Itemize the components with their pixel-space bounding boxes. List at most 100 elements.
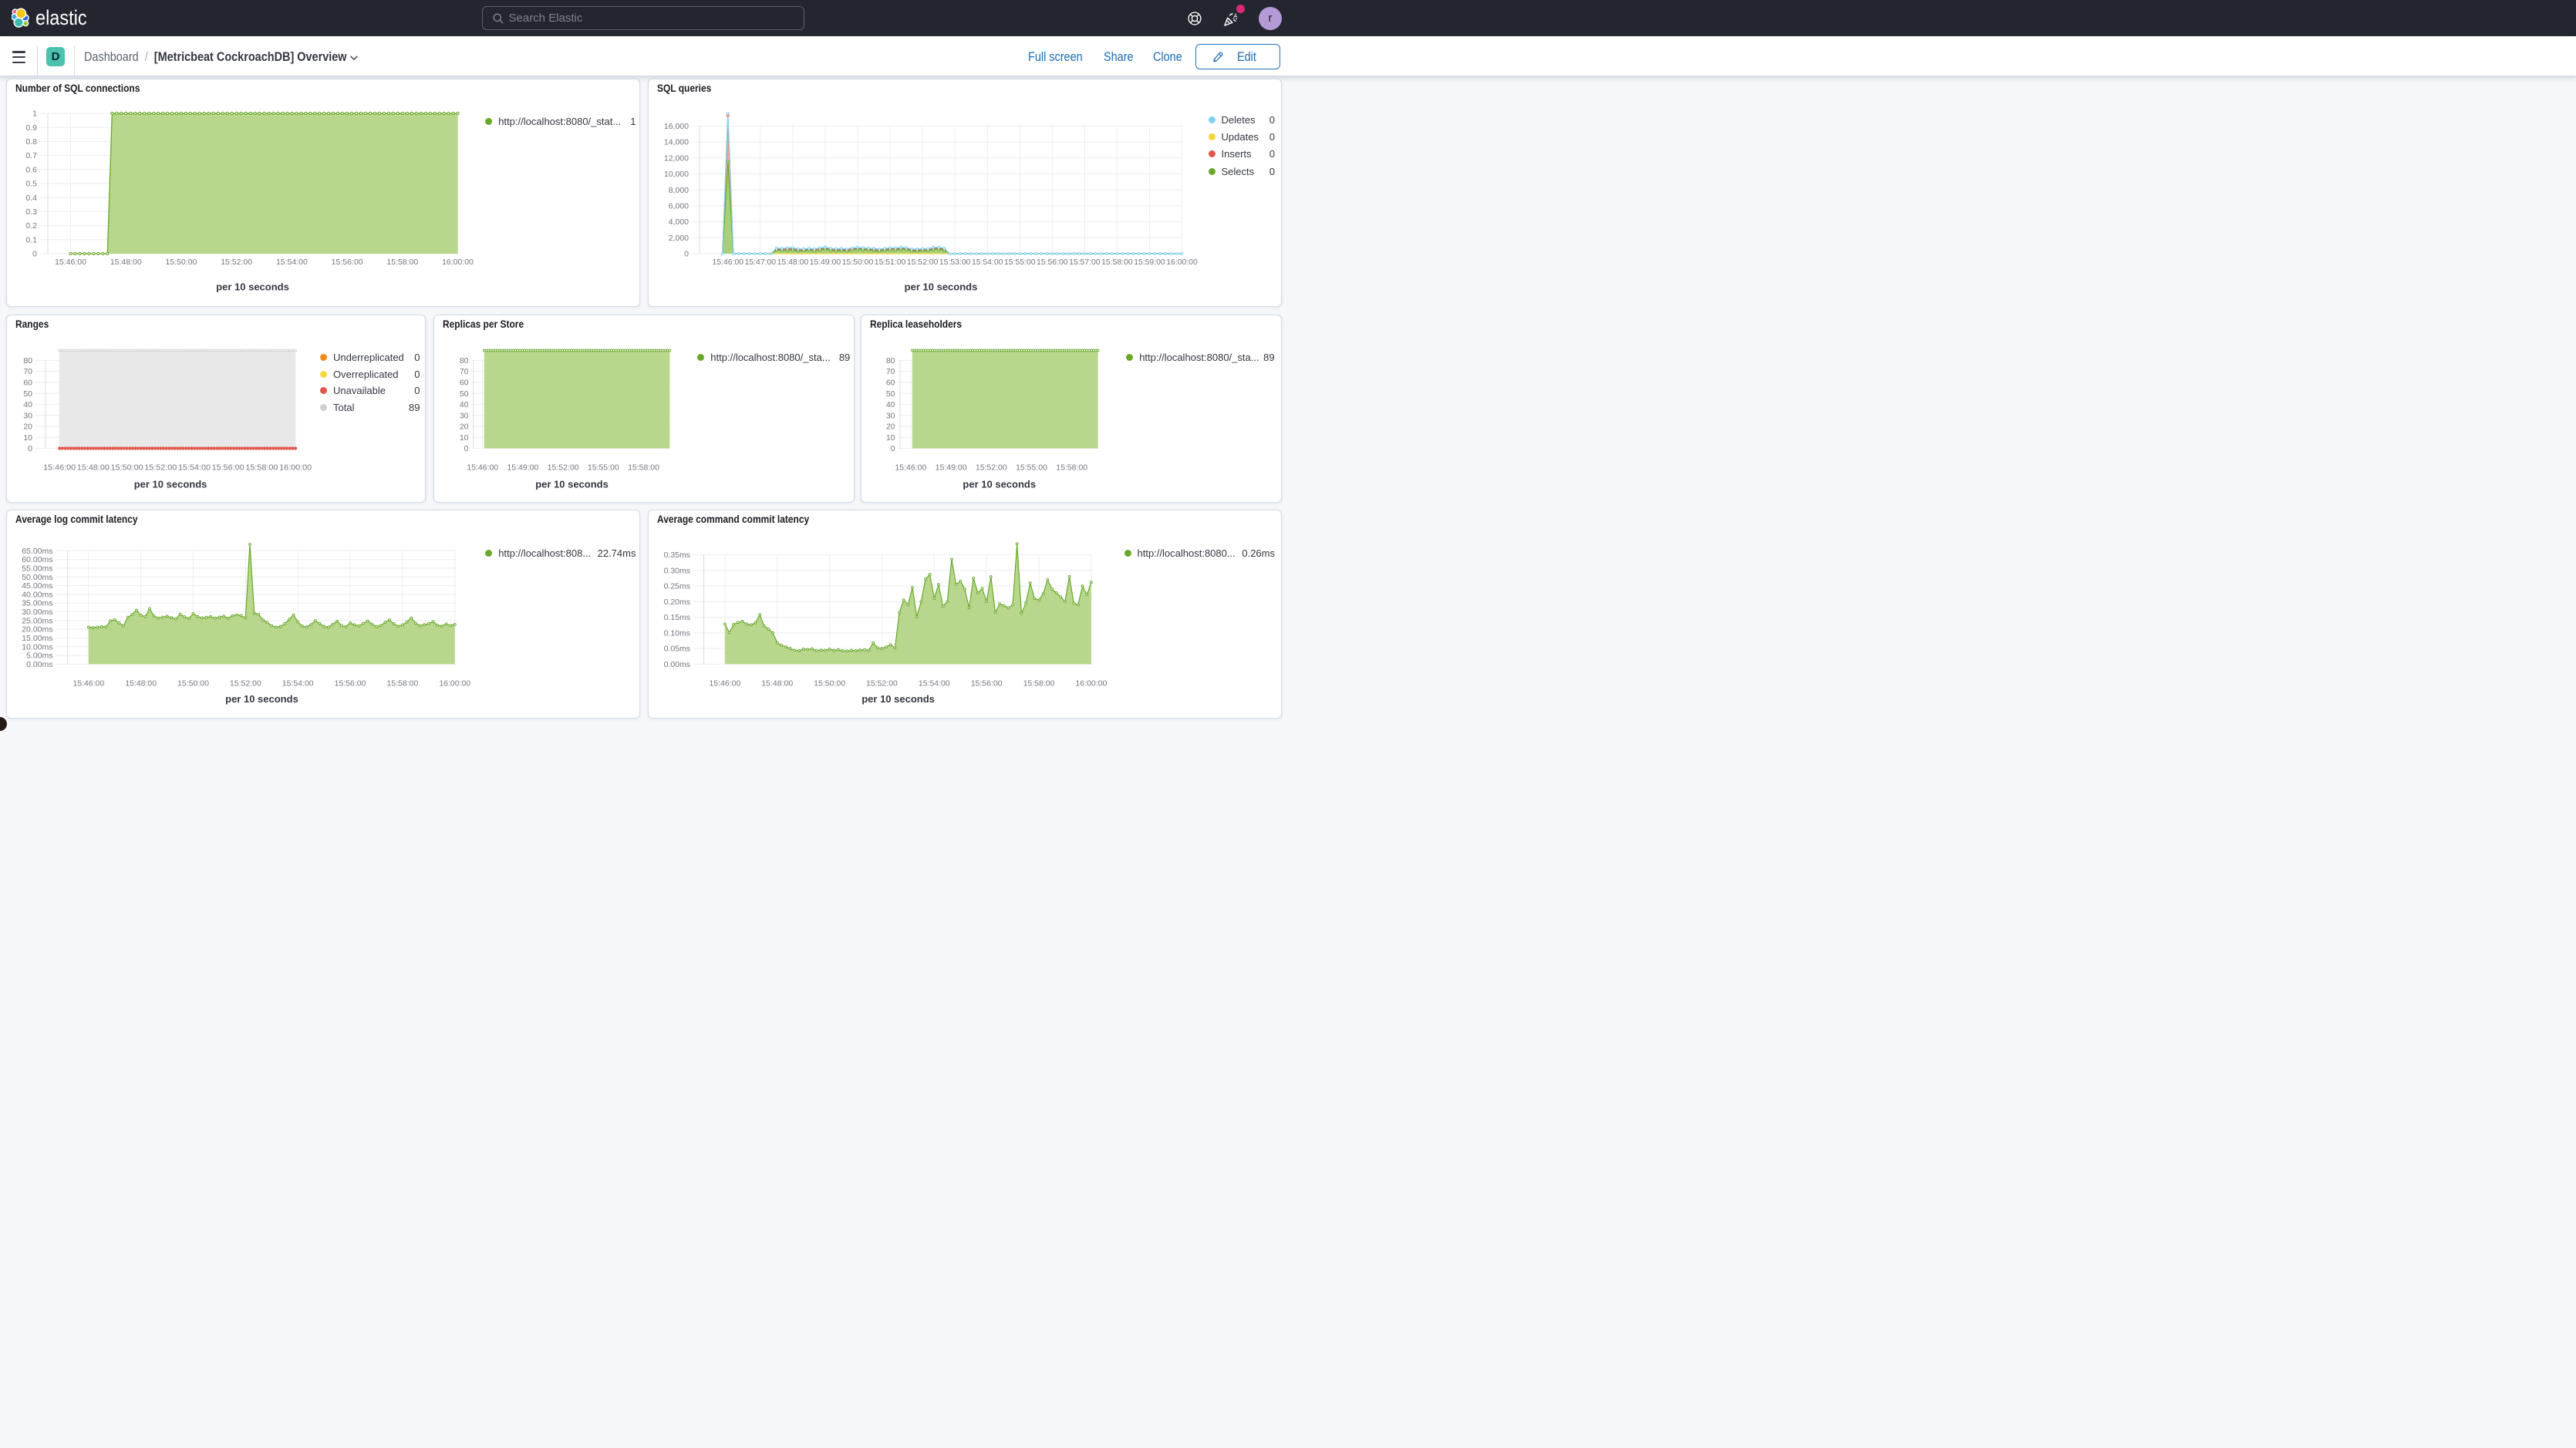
svg-text:60.00ms: 60.00ms	[22, 555, 52, 564]
svg-text:6,000: 6,000	[669, 202, 689, 211]
svg-text:50.00ms: 50.00ms	[22, 573, 52, 582]
svg-text:0: 0	[684, 250, 689, 259]
svg-text:0.10ms: 0.10ms	[664, 628, 690, 638]
svg-text:15:48:00: 15:48:00	[77, 463, 110, 472]
svg-text:60: 60	[23, 378, 32, 387]
svg-text:0.4: 0.4	[25, 194, 37, 203]
svg-text:15:48:00: 15:48:00	[125, 679, 157, 689]
svg-text:55.00ms: 55.00ms	[22, 564, 52, 573]
svg-text:15.00ms: 15.00ms	[22, 634, 52, 643]
svg-text:60: 60	[885, 378, 895, 387]
svg-text:15:48:00: 15:48:00	[110, 258, 142, 267]
svg-text:16:00:00: 16:00:00	[442, 258, 474, 267]
svg-text:70: 70	[23, 367, 32, 376]
svg-text:15:58:00: 15:58:00	[1101, 258, 1133, 267]
svg-text:16:00:00: 16:00:00	[279, 463, 312, 472]
svg-text:25.00ms: 25.00ms	[22, 616, 52, 625]
svg-text:15:47:00: 15:47:00	[745, 258, 777, 267]
svg-text:65.00ms: 65.00ms	[22, 547, 52, 556]
svg-text:50: 50	[459, 389, 468, 398]
svg-text:30: 30	[459, 411, 468, 420]
svg-text:15:50:00: 15:50:00	[177, 679, 209, 689]
svg-text:15:50:00: 15:50:00	[111, 463, 143, 472]
svg-text:40.00ms: 40.00ms	[22, 590, 52, 599]
svg-text:0: 0	[32, 250, 37, 259]
svg-text:10.00ms: 10.00ms	[22, 642, 52, 652]
svg-text:15:46:00: 15:46:00	[43, 463, 76, 472]
svg-text:15:56:00: 15:56:00	[212, 463, 244, 472]
svg-text:0.30ms: 0.30ms	[664, 566, 690, 575]
svg-text:15:56:00: 15:56:00	[335, 679, 366, 689]
svg-text:0.8: 0.8	[25, 137, 37, 146]
svg-text:15:48:00: 15:48:00	[761, 679, 793, 689]
svg-text:80: 80	[23, 355, 32, 365]
svg-text:12,000: 12,000	[664, 153, 689, 163]
svg-text:50: 50	[23, 389, 32, 398]
svg-text:15:52:00: 15:52:00	[230, 679, 261, 689]
svg-text:15:52:00: 15:52:00	[907, 258, 939, 267]
svg-text:0.7: 0.7	[25, 151, 37, 160]
svg-text:0.6: 0.6	[25, 165, 37, 174]
svg-text:80: 80	[459, 355, 468, 365]
svg-text:20.00ms: 20.00ms	[22, 625, 52, 635]
svg-text:15:53:00: 15:53:00	[939, 258, 971, 267]
svg-text:50: 50	[885, 389, 895, 398]
svg-text:per 10 seconds: per 10 seconds	[535, 478, 609, 490]
svg-text:15:50:00: 15:50:00	[166, 258, 197, 267]
svg-text:15:52:00: 15:52:00	[547, 463, 578, 472]
svg-text:15:49:00: 15:49:00	[935, 463, 966, 472]
svg-text:15:46:00: 15:46:00	[467, 463, 498, 472]
svg-text:15:49:00: 15:49:00	[810, 258, 841, 267]
svg-text:15:59:00: 15:59:00	[1134, 258, 1165, 267]
svg-text:10: 10	[885, 433, 895, 442]
svg-text:30: 30	[23, 411, 32, 420]
svg-text:15:52:00: 15:52:00	[866, 679, 898, 689]
svg-text:15:56:00: 15:56:00	[332, 258, 363, 267]
svg-text:per 10 seconds: per 10 seconds	[134, 478, 207, 490]
svg-text:15:52:00: 15:52:00	[975, 463, 1006, 472]
svg-text:30: 30	[885, 411, 895, 420]
svg-text:15:58:00: 15:58:00	[1023, 679, 1055, 689]
svg-text:40: 40	[885, 400, 895, 409]
svg-text:2,000: 2,000	[669, 234, 689, 243]
svg-text:15:57:00: 15:57:00	[1069, 258, 1101, 267]
svg-text:15:46:00: 15:46:00	[72, 679, 104, 689]
svg-text:1: 1	[32, 109, 37, 119]
svg-text:15:58:00: 15:58:00	[245, 463, 278, 472]
svg-text:16:00:00: 16:00:00	[1075, 679, 1107, 689]
svg-text:0.15ms: 0.15ms	[664, 613, 690, 622]
svg-text:35.00ms: 35.00ms	[22, 599, 52, 608]
svg-text:0.3: 0.3	[25, 207, 37, 217]
svg-text:15:54:00: 15:54:00	[919, 679, 950, 689]
svg-text:15:50:00: 15:50:00	[814, 679, 845, 689]
svg-text:0.00ms: 0.00ms	[664, 660, 690, 669]
svg-text:16:00:00: 16:00:00	[439, 679, 470, 689]
svg-text:0.05ms: 0.05ms	[664, 645, 690, 654]
svg-text:15:58:00: 15:58:00	[628, 463, 659, 472]
svg-text:30.00ms: 30.00ms	[22, 608, 52, 617]
svg-text:0: 0	[28, 444, 32, 453]
svg-text:4,000: 4,000	[669, 217, 689, 227]
svg-text:15:54:00: 15:54:00	[178, 463, 211, 472]
svg-text:0.5: 0.5	[25, 180, 37, 189]
svg-text:0.00ms: 0.00ms	[26, 660, 52, 669]
svg-text:15:58:00: 15:58:00	[386, 679, 418, 689]
svg-text:80: 80	[885, 355, 895, 365]
svg-text:0.35ms: 0.35ms	[664, 551, 690, 560]
svg-text:15:46:00: 15:46:00	[713, 258, 744, 267]
svg-text:60: 60	[459, 378, 468, 387]
svg-text:10: 10	[23, 433, 32, 442]
svg-text:15:58:00: 15:58:00	[386, 258, 418, 267]
svg-text:15:52:00: 15:52:00	[144, 463, 177, 472]
svg-text:15:46:00: 15:46:00	[895, 463, 926, 472]
svg-text:40: 40	[23, 400, 32, 409]
svg-text:10: 10	[459, 433, 468, 442]
svg-text:per 10 seconds: per 10 seconds	[905, 281, 978, 292]
svg-text:15:49:00: 15:49:00	[507, 463, 538, 472]
svg-text:per 10 seconds: per 10 seconds	[216, 281, 289, 292]
svg-text:15:52:00: 15:52:00	[221, 258, 252, 267]
svg-text:15:46:00: 15:46:00	[709, 679, 740, 689]
svg-text:16:00:00: 16:00:00	[1166, 258, 1198, 267]
svg-text:20: 20	[23, 422, 32, 431]
svg-text:5.00ms: 5.00ms	[26, 652, 52, 661]
